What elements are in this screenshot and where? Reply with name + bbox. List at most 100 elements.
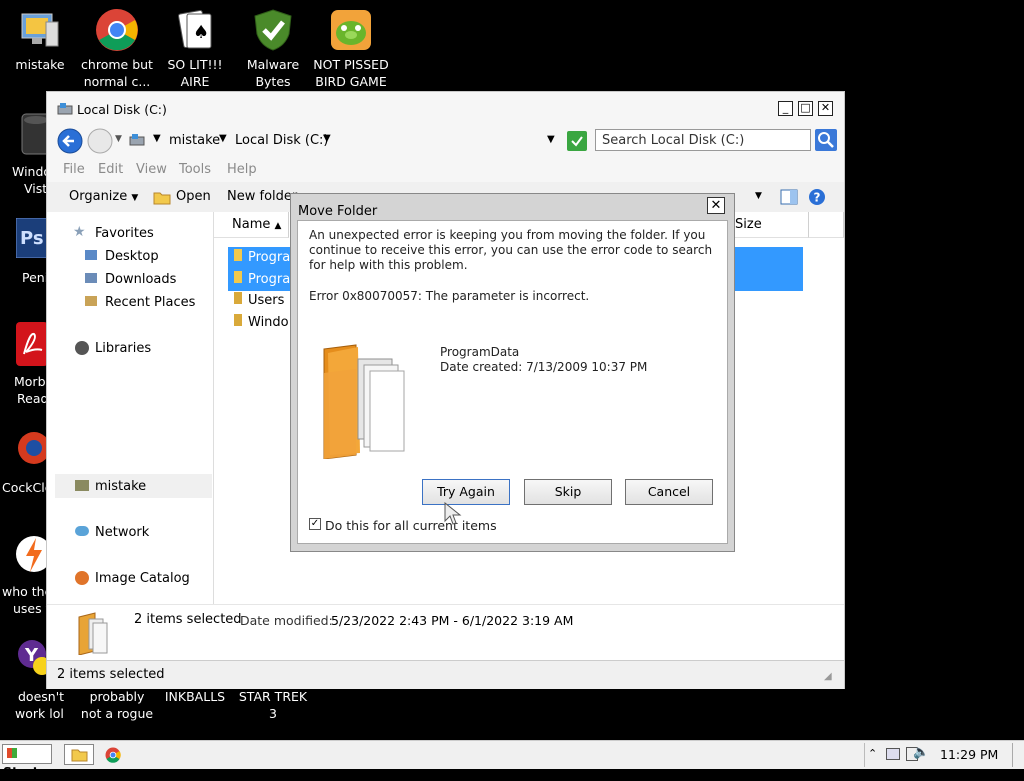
desktop-icon-mistake[interactable]: mistake — [0, 8, 80, 73]
view-options-dropdown[interactable]: ▼ — [755, 191, 762, 201]
search-icon[interactable] — [815, 129, 837, 154]
column-header-name-label: Name — [232, 217, 271, 232]
resize-grip-icon[interactable]: ◢ — [824, 671, 832, 682]
nav-recent-places[interactable]: Recent Places — [105, 295, 195, 310]
close-button[interactable]: ✕ — [818, 101, 833, 116]
title-bar[interactable]: Local Disk (C:) _ □ ✕ — [47, 92, 844, 126]
item-date-created: Date created: 7/13/2009 10:37 PM — [440, 360, 648, 374]
desktop-icon-solitaire[interactable]: ♠ SO LIT!!! AIRE — [155, 8, 235, 90]
menu-view[interactable]: View — [136, 162, 167, 177]
column-header-extra[interactable] — [809, 212, 844, 238]
desktop-icon-photoshop[interactable]: Ps — [15, 217, 49, 259]
taskbar-explorer-button[interactable] — [64, 744, 94, 765]
menu-help[interactable]: Help — [227, 162, 257, 177]
desktop-icon-label: INKBALLS — [164, 689, 226, 704]
desktop-icon-label: who the — [2, 584, 53, 599]
desktop-icon-bird-game[interactable]: NOT PISSED BIRD GAME — [311, 8, 391, 90]
back-button[interactable] — [57, 128, 83, 157]
date-modified-label: Date modified: — [240, 613, 333, 628]
start-button[interactable]: Start — [2, 744, 52, 779]
drive-icon — [129, 132, 145, 151]
desktop-icon-label: chrome but — [81, 57, 153, 72]
organize-button[interactable]: Organize ▼ — [69, 189, 138, 204]
desktop-icon-label: mistake — [15, 57, 65, 72]
desktop-icon-inkballs[interactable]: INKBALLS — [155, 688, 235, 705]
error-message: An unexpected error is keeping you from … — [309, 228, 713, 272]
cards-icon: ♠ — [173, 8, 217, 52]
clock[interactable]: 11:29 PM — [940, 747, 998, 762]
green-pig-icon — [329, 8, 373, 52]
shield-check-icon — [251, 8, 295, 52]
volume-icon[interactable]: 🔈 — [913, 745, 929, 760]
desktop-icon-probably-not-a-rogue[interactable]: probably not a rogue — [77, 688, 157, 722]
file-name: Progra — [248, 272, 291, 287]
desktop-icon-label: Bytes — [255, 74, 291, 89]
column-header-size[interactable]: Size — [729, 212, 809, 238]
new-folder-button[interactable]: New folder — [227, 189, 297, 204]
desktop-icon-label: Malware — [246, 57, 300, 72]
menu-file[interactable]: File — [63, 162, 85, 177]
start-label: Start — [3, 764, 39, 779]
desktop-icon-star-trek[interactable]: STAR TREK 3 — [233, 688, 313, 722]
file-name: Progra — [248, 250, 291, 265]
network-tray-icon[interactable] — [886, 748, 900, 760]
desktop-icon-label: Vist — [24, 181, 48, 196]
nav-image-catalog[interactable]: Image Catalog — [95, 571, 190, 586]
date-modified-value: 5/23/2022 2:43 PM - 6/1/2022 3:19 AM — [331, 613, 574, 628]
drive-icon — [57, 101, 73, 120]
nav-network[interactable]: Network — [95, 525, 149, 540]
cancel-button[interactable]: Cancel — [625, 479, 713, 505]
breadcrumb-item[interactable]: mistake — [169, 133, 220, 148]
status-text: 2 items selected — [57, 667, 165, 682]
forward-button[interactable] — [87, 128, 113, 157]
minimize-button[interactable]: _ — [778, 101, 793, 116]
image-catalog-icon — [75, 571, 89, 585]
desktop-icon-lightning[interactable] — [14, 532, 52, 576]
refresh-icon[interactable] — [567, 131, 587, 154]
downloads-icon — [85, 273, 97, 283]
file-row[interactable]: Users — [228, 290, 284, 312]
taskbar-chrome-icon[interactable] — [105, 747, 121, 766]
nav-downloads[interactable]: Downloads — [105, 272, 176, 287]
menu-tools[interactable]: Tools — [179, 162, 211, 177]
address-dropdown[interactable]: ▼ — [547, 134, 555, 145]
file-row[interactable]: Windo — [228, 312, 289, 334]
search-input[interactable]: Search Local Disk (C:) — [595, 129, 811, 151]
apply-to-all-checkbox[interactable]: ✓ — [309, 518, 321, 530]
nav-favorites[interactable]: Favorites — [95, 226, 154, 241]
maximize-button[interactable]: □ — [798, 101, 813, 116]
column-header-name[interactable]: Name ▲ — [214, 212, 289, 238]
column-header-size-label: Size — [735, 217, 762, 232]
breadcrumb-separator[interactable]: ▼ — [219, 133, 227, 144]
desktop-icon-adobe-reader[interactable] — [16, 322, 48, 366]
nav-homegroup[interactable]: mistake — [95, 479, 146, 494]
breadcrumb-separator[interactable]: ▼ — [153, 133, 161, 144]
show-hidden-icons-icon[interactable]: ⌃ — [868, 747, 877, 760]
open-button[interactable]: Open — [176, 189, 211, 204]
try-again-button[interactable]: Try Again — [422, 479, 510, 505]
desktop-icon-chrome[interactable]: chrome but normal c... — [77, 8, 157, 90]
chevron-down-icon[interactable]: ▼ — [115, 134, 122, 144]
libraries-icon — [75, 341, 89, 355]
desktop-icon-label: SO LIT!!! — [167, 57, 223, 72]
desktop-icon-label: work lol — [15, 706, 64, 721]
menu-bar: File Edit View Tools Help — [47, 156, 844, 182]
nav-desktop[interactable]: Desktop — [105, 249, 159, 264]
folder-open-icon — [153, 190, 171, 209]
show-desktop-button[interactable] — [1012, 743, 1024, 767]
desktop-icon-cockcleaner[interactable] — [16, 428, 50, 472]
skip-button[interactable]: Skip — [524, 479, 612, 505]
nav-libraries[interactable]: Libraries — [95, 341, 151, 356]
menu-edit[interactable]: Edit — [98, 162, 123, 177]
help-icon[interactable]: ? — [808, 188, 826, 209]
preview-pane-icon[interactable] — [780, 188, 798, 209]
dialog-close-button[interactable]: ✕ — [707, 197, 725, 214]
breadcrumb-separator[interactable]: ▼ — [323, 133, 331, 144]
breadcrumb-item[interactable]: Local Disk (C:) — [235, 133, 328, 148]
apply-to-all-label[interactable]: Do this for all current items — [325, 518, 497, 533]
folder-stack-icon — [75, 609, 111, 658]
navigation-pane: ★ Favorites Desktop Downloads Recent Pla… — [47, 212, 214, 604]
desktop-icon-label: normal c... — [83, 74, 151, 89]
svg-text:♠: ♠ — [193, 22, 209, 43]
desktop-icon-malwarebytes[interactable]: Malware Bytes — [233, 8, 313, 90]
